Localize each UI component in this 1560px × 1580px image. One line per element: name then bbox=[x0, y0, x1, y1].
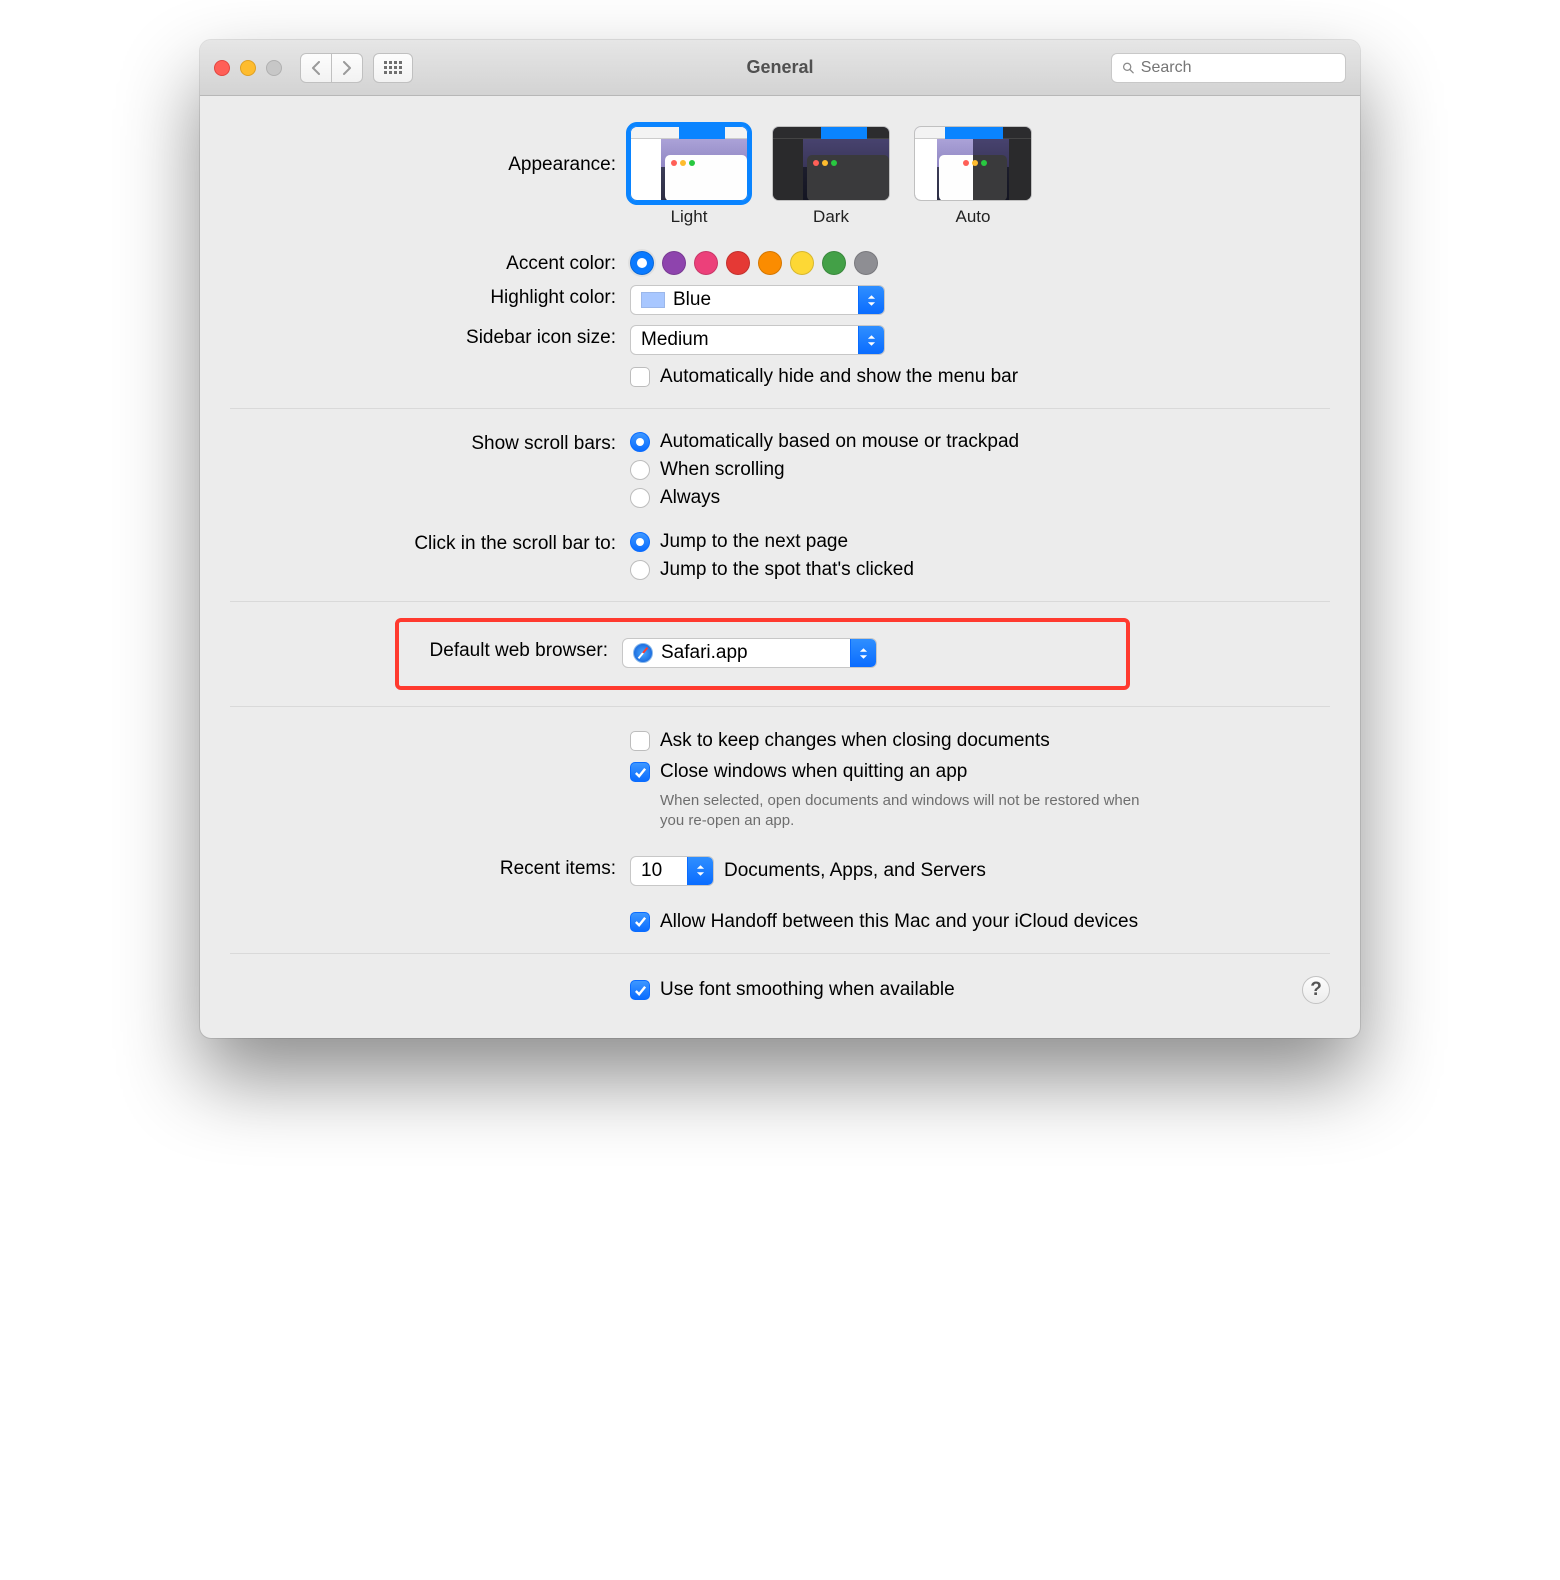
search-input[interactable] bbox=[1141, 59, 1335, 77]
click-scrollbar-group: Jump to the next page Jump to the spot th… bbox=[630, 529, 1330, 581]
show-scroll-bars-label: Show scroll bars: bbox=[230, 429, 630, 455]
appearance-option-dark-label: Dark bbox=[813, 207, 849, 227]
highlight-color-popup[interactable]: Blue bbox=[630, 285, 885, 315]
appearance-option-light-label: Light bbox=[671, 207, 708, 227]
appearance-options: Light Dark bbox=[630, 126, 1330, 227]
sidebar-icon-size-label: Sidebar icon size: bbox=[230, 323, 630, 349]
radio-label: When scrolling bbox=[660, 459, 785, 481]
divider bbox=[230, 706, 1330, 707]
appearance-option-light[interactable]: Light bbox=[630, 126, 748, 227]
checkbox-box bbox=[630, 762, 650, 782]
checkbox-box bbox=[630, 367, 650, 387]
minimize-window-button[interactable] bbox=[240, 60, 256, 76]
ask-keep-changes-label: Ask to keep changes when closing documen… bbox=[660, 729, 1050, 752]
default-browser-value: Safari.app bbox=[661, 642, 748, 664]
radio-circle bbox=[630, 488, 650, 508]
accent-color-6[interactable] bbox=[822, 251, 846, 275]
handoff-checkbox[interactable]: Allow Handoff between this Mac and your … bbox=[630, 910, 1330, 933]
appearance-label: Appearance: bbox=[230, 124, 630, 176]
accent-color-0[interactable] bbox=[630, 251, 654, 275]
checkbox-box bbox=[630, 731, 650, 751]
scrollclick-radio-1[interactable]: Jump to the spot that's clicked bbox=[630, 559, 1330, 581]
search-icon bbox=[1122, 61, 1135, 75]
radio-circle bbox=[630, 532, 650, 552]
back-button[interactable] bbox=[300, 53, 332, 83]
recent-items-value: 10 bbox=[641, 860, 662, 882]
accent-color-7[interactable] bbox=[854, 251, 878, 275]
close-windows-checkbox[interactable]: Close windows when quitting an app bbox=[630, 760, 1330, 783]
radio-circle bbox=[630, 560, 650, 580]
scrollbars-radio-2[interactable]: Always bbox=[630, 487, 1330, 509]
radio-label: Jump to the next page bbox=[660, 531, 848, 553]
close-window-button[interactable] bbox=[214, 60, 230, 76]
zoom-window-button[interactable] bbox=[266, 60, 282, 76]
accent-color-options bbox=[630, 251, 878, 275]
highlight-color-value: Blue bbox=[673, 289, 711, 311]
recent-items-suffix: Documents, Apps, and Servers bbox=[724, 860, 986, 882]
divider bbox=[230, 953, 1330, 954]
accent-color-1[interactable] bbox=[662, 251, 686, 275]
appearance-thumb-auto bbox=[914, 126, 1032, 201]
default-browser-popup[interactable]: Safari.app bbox=[622, 638, 877, 668]
popup-arrows-icon bbox=[850, 639, 876, 667]
highlight-color-label: Highlight color: bbox=[230, 283, 630, 309]
appearance-option-dark[interactable]: Dark bbox=[772, 126, 890, 227]
radio-label: Always bbox=[660, 487, 720, 509]
chevron-left-icon bbox=[311, 61, 321, 75]
scrollbars-radio-1[interactable]: When scrolling bbox=[630, 459, 1330, 481]
chevron-right-icon bbox=[342, 61, 352, 75]
grid-icon bbox=[384, 61, 402, 74]
accent-color-3[interactable] bbox=[726, 251, 750, 275]
radio-label: Jump to the spot that's clicked bbox=[660, 559, 914, 581]
recent-items-label: Recent items: bbox=[230, 854, 630, 880]
accent-color-2[interactable] bbox=[694, 251, 718, 275]
close-windows-note: When selected, open documents and window… bbox=[630, 791, 1150, 832]
scrollclick-radio-0[interactable]: Jump to the next page bbox=[630, 531, 1330, 553]
show-scroll-bars-group: Automatically based on mouse or trackpad… bbox=[630, 429, 1330, 509]
accent-color-label: Accent color: bbox=[230, 249, 630, 275]
highlight-swatch bbox=[641, 292, 665, 308]
scrollbars-radio-0[interactable]: Automatically based on mouse or trackpad bbox=[630, 431, 1330, 453]
accent-color-4[interactable] bbox=[758, 251, 782, 275]
click-scrollbar-label: Click in the scroll bar to: bbox=[230, 529, 630, 555]
radio-circle bbox=[630, 460, 650, 480]
traffic-lights bbox=[214, 60, 282, 76]
sidebar-icon-size-value: Medium bbox=[641, 329, 709, 351]
accent-color-5[interactable] bbox=[790, 251, 814, 275]
preferences-window: General Appearance: bbox=[200, 40, 1360, 1038]
divider bbox=[230, 408, 1330, 409]
popup-arrows-icon bbox=[858, 286, 884, 314]
appearance-option-auto[interactable]: Auto bbox=[914, 126, 1032, 227]
search-field[interactable] bbox=[1111, 53, 1346, 83]
show-all-button[interactable] bbox=[373, 53, 413, 83]
font-smoothing-label: Use font smoothing when available bbox=[660, 978, 955, 1001]
recent-items-popup[interactable]: 10 bbox=[630, 856, 714, 886]
window-toolbar: General bbox=[200, 40, 1360, 96]
help-button[interactable]: ? bbox=[1302, 976, 1330, 1004]
appearance-thumb-light bbox=[630, 126, 748, 201]
sidebar-icon-size-popup[interactable]: Medium bbox=[630, 325, 885, 355]
checkbox-box bbox=[630, 912, 650, 932]
font-smoothing-checkbox[interactable]: Use font smoothing when available bbox=[630, 978, 1292, 1001]
handoff-label: Allow Handoff between this Mac and your … bbox=[660, 910, 1138, 933]
appearance-thumb-dark bbox=[772, 126, 890, 201]
close-windows-label: Close windows when quitting an app bbox=[660, 760, 967, 783]
checkbox-box bbox=[630, 980, 650, 1000]
divider bbox=[230, 601, 1330, 602]
popup-arrows-icon bbox=[687, 857, 713, 885]
content-area: Appearance: Light bbox=[200, 96, 1360, 1038]
annotation-highlight: Default web browser: Safari.app bbox=[395, 618, 1130, 690]
appearance-option-auto-label: Auto bbox=[956, 207, 991, 227]
default-browser-label: Default web browser: bbox=[417, 636, 622, 662]
nav-buttons bbox=[300, 53, 363, 83]
auto-hide-menubar-label: Automatically hide and show the menu bar bbox=[660, 365, 1018, 388]
safari-icon bbox=[633, 643, 653, 663]
forward-button[interactable] bbox=[331, 53, 363, 83]
radio-circle bbox=[630, 432, 650, 452]
ask-keep-changes-checkbox[interactable]: Ask to keep changes when closing documen… bbox=[630, 729, 1330, 752]
radio-label: Automatically based on mouse or trackpad bbox=[660, 431, 1019, 453]
popup-arrows-icon bbox=[858, 326, 884, 354]
auto-hide-menubar-checkbox[interactable]: Automatically hide and show the menu bar bbox=[630, 365, 1330, 388]
